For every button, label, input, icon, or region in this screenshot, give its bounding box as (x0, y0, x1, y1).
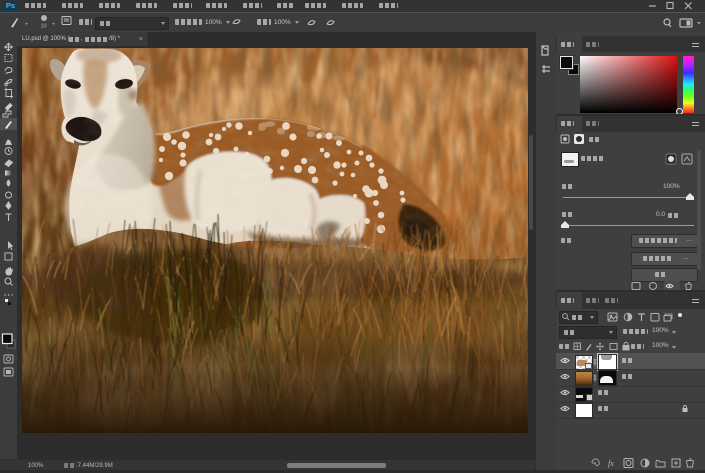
svg-text:fx: fx (608, 459, 614, 468)
svg-text:10: 10 (41, 24, 47, 30)
